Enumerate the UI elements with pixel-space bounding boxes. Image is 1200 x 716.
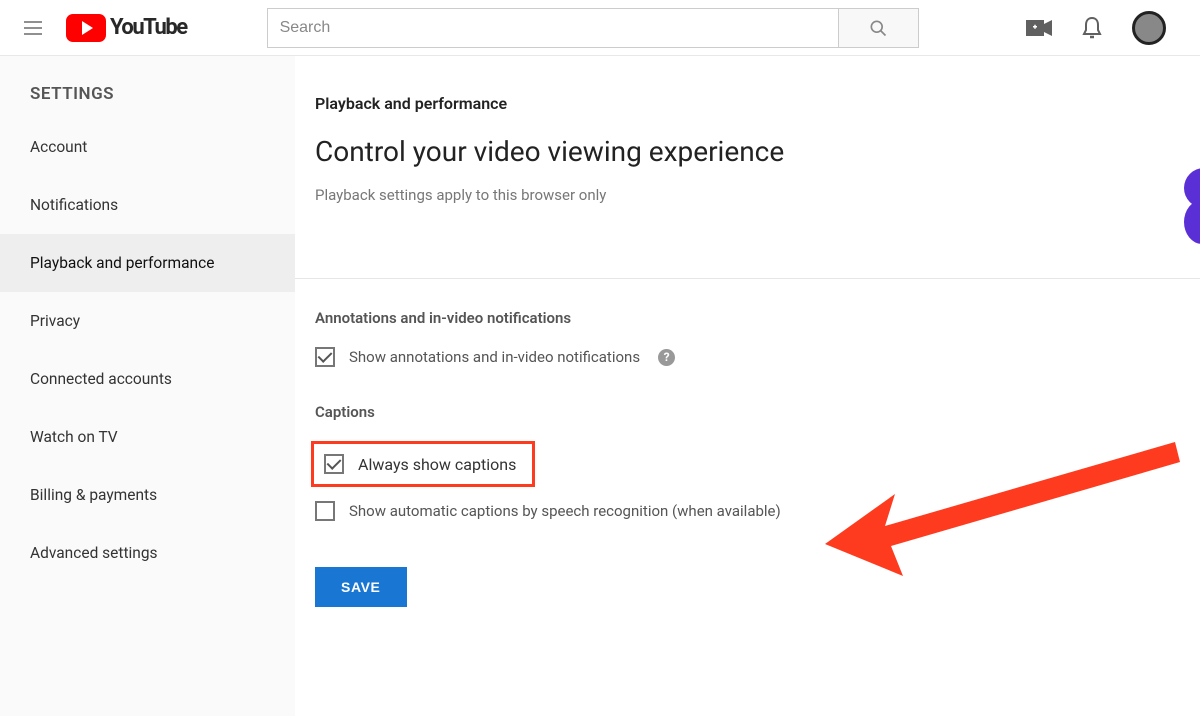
annotations-checkbox-row: Show annotations and in-video notificati… xyxy=(315,347,1200,367)
annotations-group-title: Annotations and in-video notifications xyxy=(315,309,1200,327)
sidebar-item-notifications[interactable]: Notifications xyxy=(0,176,295,234)
sidebar-title: SETTINGS xyxy=(0,84,295,118)
always-show-captions-label: Always show captions xyxy=(358,455,516,474)
sidebar-item-billing[interactable]: Billing & payments xyxy=(0,466,295,524)
sidebar-item-playback[interactable]: Playback and performance xyxy=(0,234,295,292)
page-body: SETTINGS Account Notifications Playback … xyxy=(0,56,1200,716)
auto-captions-label: Show automatic captions by speech recogn… xyxy=(349,502,781,520)
annotations-checkbox-label: Show annotations and in-video notificati… xyxy=(349,348,640,366)
save-button[interactable]: SAVE xyxy=(315,567,407,607)
annotations-section: Annotations and in-video notifications S… xyxy=(315,279,1200,607)
search-button[interactable] xyxy=(839,8,919,48)
sidebar-item-watch-on-tv[interactable]: Watch on TV xyxy=(0,408,295,466)
search-input[interactable] xyxy=(267,8,839,48)
sidebar-item-advanced[interactable]: Advanced settings xyxy=(0,524,295,582)
always-show-captions-checkbox[interactable] xyxy=(324,454,344,474)
youtube-play-icon xyxy=(66,14,106,42)
captions-group-title: Captions xyxy=(315,403,1200,421)
settings-sidebar: SETTINGS Account Notifications Playback … xyxy=(0,56,295,716)
section-label: Playback and performance xyxy=(315,94,1200,113)
brand-text: YouTube xyxy=(110,15,187,40)
decorative-blob xyxy=(1176,168,1200,258)
main-panel: Playback and performance Control your vi… xyxy=(295,56,1200,716)
auto-captions-row: Show automatic captions by speech recogn… xyxy=(315,501,1200,521)
captions-section: Captions Always show captions Show autom… xyxy=(315,403,1200,607)
auto-captions-checkbox[interactable] xyxy=(315,501,335,521)
header-actions xyxy=(1026,11,1176,45)
annotations-checkbox[interactable] xyxy=(315,347,335,367)
hamburger-menu-icon[interactable] xyxy=(24,16,48,40)
search-bar xyxy=(267,8,919,48)
notifications-icon[interactable] xyxy=(1080,15,1104,41)
sidebar-item-account[interactable]: Account xyxy=(0,118,295,176)
sidebar-item-connected-accounts[interactable]: Connected accounts xyxy=(0,350,295,408)
help-icon[interactable]: ? xyxy=(658,349,675,366)
page-title: Control your video viewing experience xyxy=(315,135,1200,168)
top-header: YouTube xyxy=(0,0,1200,56)
always-show-captions-highlight: Always show captions xyxy=(311,441,535,487)
create-video-icon[interactable] xyxy=(1026,18,1052,38)
user-avatar[interactable] xyxy=(1132,11,1166,45)
youtube-logo[interactable]: YouTube xyxy=(66,14,187,42)
page-subtitle: Playback settings apply to this browser … xyxy=(315,186,1200,204)
sidebar-item-privacy[interactable]: Privacy xyxy=(0,292,295,350)
search-icon xyxy=(868,18,888,38)
